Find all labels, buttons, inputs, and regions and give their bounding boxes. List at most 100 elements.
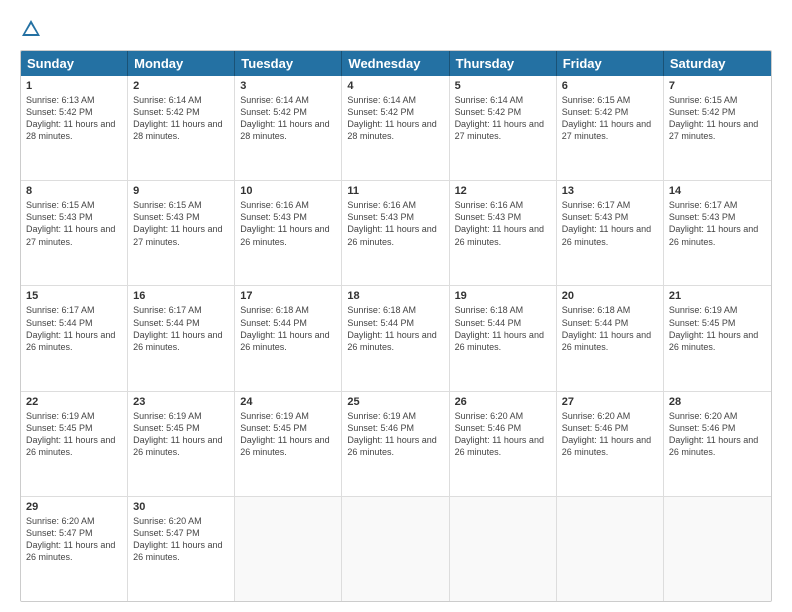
- day-number: 13: [562, 185, 658, 197]
- day-number: 17: [240, 290, 336, 302]
- day-cell-5: 5 Sunrise: 6:14 AMSunset: 5:42 PMDayligh…: [450, 76, 557, 180]
- day-cell-17: 17 Sunrise: 6:18 AMSunset: 5:44 PMDaylig…: [235, 286, 342, 390]
- day-cell-9: 9 Sunrise: 6:15 AMSunset: 5:43 PMDayligh…: [128, 181, 235, 285]
- day-info: Sunrise: 6:20 AMSunset: 5:47 PMDaylight:…: [133, 515, 229, 564]
- calendar-week-2: 8 Sunrise: 6:15 AMSunset: 5:43 PMDayligh…: [21, 181, 771, 286]
- day-cell-18: 18 Sunrise: 6:18 AMSunset: 5:44 PMDaylig…: [342, 286, 449, 390]
- day-info: Sunrise: 6:20 AMSunset: 5:46 PMDaylight:…: [562, 410, 658, 459]
- day-info: Sunrise: 6:15 AMSunset: 5:42 PMDaylight:…: [669, 94, 766, 143]
- day-cell-28: 28 Sunrise: 6:20 AMSunset: 5:46 PMDaylig…: [664, 392, 771, 496]
- day-cell-8: 8 Sunrise: 6:15 AMSunset: 5:43 PMDayligh…: [21, 181, 128, 285]
- day-cell-empty: [450, 497, 557, 601]
- day-cell-11: 11 Sunrise: 6:16 AMSunset: 5:43 PMDaylig…: [342, 181, 449, 285]
- day-info: Sunrise: 6:19 AMSunset: 5:45 PMDaylight:…: [240, 410, 336, 459]
- header-cell-tuesday: Tuesday: [235, 51, 342, 76]
- day-cell-29: 29 Sunrise: 6:20 AMSunset: 5:47 PMDaylig…: [21, 497, 128, 601]
- header-cell-sunday: Sunday: [21, 51, 128, 76]
- day-number: 12: [455, 185, 551, 197]
- day-cell-25: 25 Sunrise: 6:19 AMSunset: 5:46 PMDaylig…: [342, 392, 449, 496]
- day-number: 1: [26, 80, 122, 92]
- day-info: Sunrise: 6:18 AMSunset: 5:44 PMDaylight:…: [455, 304, 551, 353]
- day-info: Sunrise: 6:14 AMSunset: 5:42 PMDaylight:…: [347, 94, 443, 143]
- day-number: 7: [669, 80, 766, 92]
- day-cell-empty: [557, 497, 664, 601]
- day-cell-1: 1 Sunrise: 6:13 AMSunset: 5:42 PMDayligh…: [21, 76, 128, 180]
- day-number: 8: [26, 185, 122, 197]
- header-cell-monday: Monday: [128, 51, 235, 76]
- day-info: Sunrise: 6:14 AMSunset: 5:42 PMDaylight:…: [455, 94, 551, 143]
- day-number: 16: [133, 290, 229, 302]
- day-info: Sunrise: 6:19 AMSunset: 5:45 PMDaylight:…: [26, 410, 122, 459]
- day-cell-19: 19 Sunrise: 6:18 AMSunset: 5:44 PMDaylig…: [450, 286, 557, 390]
- day-cell-16: 16 Sunrise: 6:17 AMSunset: 5:44 PMDaylig…: [128, 286, 235, 390]
- day-info: Sunrise: 6:16 AMSunset: 5:43 PMDaylight:…: [240, 199, 336, 248]
- day-cell-2: 2 Sunrise: 6:14 AMSunset: 5:42 PMDayligh…: [128, 76, 235, 180]
- day-number: 10: [240, 185, 336, 197]
- day-info: Sunrise: 6:17 AMSunset: 5:44 PMDaylight:…: [26, 304, 122, 353]
- day-cell-12: 12 Sunrise: 6:16 AMSunset: 5:43 PMDaylig…: [450, 181, 557, 285]
- day-number: 18: [347, 290, 443, 302]
- day-info: Sunrise: 6:20 AMSunset: 5:46 PMDaylight:…: [455, 410, 551, 459]
- day-cell-14: 14 Sunrise: 6:17 AMSunset: 5:43 PMDaylig…: [664, 181, 771, 285]
- day-number: 11: [347, 185, 443, 197]
- day-info: Sunrise: 6:14 AMSunset: 5:42 PMDaylight:…: [240, 94, 336, 143]
- day-number: 2: [133, 80, 229, 92]
- day-info: Sunrise: 6:18 AMSunset: 5:44 PMDaylight:…: [240, 304, 336, 353]
- header-cell-saturday: Saturday: [664, 51, 771, 76]
- day-number: 21: [669, 290, 766, 302]
- day-number: 30: [133, 501, 229, 513]
- day-info: Sunrise: 6:15 AMSunset: 5:43 PMDaylight:…: [133, 199, 229, 248]
- day-cell-10: 10 Sunrise: 6:16 AMSunset: 5:43 PMDaylig…: [235, 181, 342, 285]
- day-cell-15: 15 Sunrise: 6:17 AMSunset: 5:44 PMDaylig…: [21, 286, 128, 390]
- logo-icon: [20, 18, 42, 40]
- day-number: 28: [669, 396, 766, 408]
- day-info: Sunrise: 6:14 AMSunset: 5:42 PMDaylight:…: [133, 94, 229, 143]
- day-cell-7: 7 Sunrise: 6:15 AMSunset: 5:42 PMDayligh…: [664, 76, 771, 180]
- day-info: Sunrise: 6:17 AMSunset: 5:44 PMDaylight:…: [133, 304, 229, 353]
- day-cell-6: 6 Sunrise: 6:15 AMSunset: 5:42 PMDayligh…: [557, 76, 664, 180]
- day-cell-20: 20 Sunrise: 6:18 AMSunset: 5:44 PMDaylig…: [557, 286, 664, 390]
- day-info: Sunrise: 6:18 AMSunset: 5:44 PMDaylight:…: [562, 304, 658, 353]
- day-cell-30: 30 Sunrise: 6:20 AMSunset: 5:47 PMDaylig…: [128, 497, 235, 601]
- day-info: Sunrise: 6:17 AMSunset: 5:43 PMDaylight:…: [562, 199, 658, 248]
- day-cell-empty: [235, 497, 342, 601]
- day-cell-23: 23 Sunrise: 6:19 AMSunset: 5:45 PMDaylig…: [128, 392, 235, 496]
- day-number: 5: [455, 80, 551, 92]
- day-info: Sunrise: 6:19 AMSunset: 5:45 PMDaylight:…: [669, 304, 766, 353]
- day-number: 23: [133, 396, 229, 408]
- day-info: Sunrise: 6:20 AMSunset: 5:47 PMDaylight:…: [26, 515, 122, 564]
- day-number: 25: [347, 396, 443, 408]
- calendar: SundayMondayTuesdayWednesdayThursdayFrid…: [20, 50, 772, 602]
- day-cell-3: 3 Sunrise: 6:14 AMSunset: 5:42 PMDayligh…: [235, 76, 342, 180]
- day-number: 26: [455, 396, 551, 408]
- day-cell-26: 26 Sunrise: 6:20 AMSunset: 5:46 PMDaylig…: [450, 392, 557, 496]
- calendar-header: SundayMondayTuesdayWednesdayThursdayFrid…: [21, 51, 771, 76]
- header: [20, 18, 772, 40]
- day-cell-27: 27 Sunrise: 6:20 AMSunset: 5:46 PMDaylig…: [557, 392, 664, 496]
- day-number: 6: [562, 80, 658, 92]
- day-cell-empty: [342, 497, 449, 601]
- header-cell-thursday: Thursday: [450, 51, 557, 76]
- calendar-body: 1 Sunrise: 6:13 AMSunset: 5:42 PMDayligh…: [21, 76, 771, 601]
- day-number: 22: [26, 396, 122, 408]
- day-info: Sunrise: 6:18 AMSunset: 5:44 PMDaylight:…: [347, 304, 443, 353]
- day-number: 20: [562, 290, 658, 302]
- day-number: 29: [26, 501, 122, 513]
- calendar-week-1: 1 Sunrise: 6:13 AMSunset: 5:42 PMDayligh…: [21, 76, 771, 181]
- logo: [20, 18, 44, 40]
- calendar-week-3: 15 Sunrise: 6:17 AMSunset: 5:44 PMDaylig…: [21, 286, 771, 391]
- day-info: Sunrise: 6:19 AMSunset: 5:45 PMDaylight:…: [133, 410, 229, 459]
- day-cell-21: 21 Sunrise: 6:19 AMSunset: 5:45 PMDaylig…: [664, 286, 771, 390]
- header-cell-friday: Friday: [557, 51, 664, 76]
- day-info: Sunrise: 6:16 AMSunset: 5:43 PMDaylight:…: [347, 199, 443, 248]
- day-number: 19: [455, 290, 551, 302]
- page: SundayMondayTuesdayWednesdayThursdayFrid…: [0, 0, 792, 612]
- day-info: Sunrise: 6:13 AMSunset: 5:42 PMDaylight:…: [26, 94, 122, 143]
- day-cell-24: 24 Sunrise: 6:19 AMSunset: 5:45 PMDaylig…: [235, 392, 342, 496]
- day-info: Sunrise: 6:16 AMSunset: 5:43 PMDaylight:…: [455, 199, 551, 248]
- day-number: 3: [240, 80, 336, 92]
- day-info: Sunrise: 6:15 AMSunset: 5:43 PMDaylight:…: [26, 199, 122, 248]
- day-info: Sunrise: 6:19 AMSunset: 5:46 PMDaylight:…: [347, 410, 443, 459]
- day-info: Sunrise: 6:17 AMSunset: 5:43 PMDaylight:…: [669, 199, 766, 248]
- day-cell-13: 13 Sunrise: 6:17 AMSunset: 5:43 PMDaylig…: [557, 181, 664, 285]
